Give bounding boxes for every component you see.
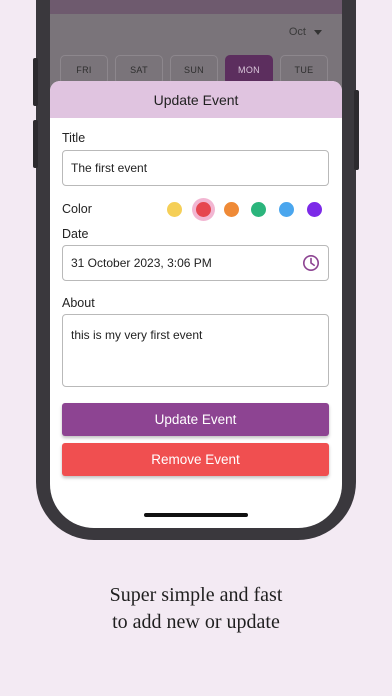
promo-caption: Super simple and fast to add new or upda… — [0, 582, 392, 636]
month-label: Oct — [288, 26, 306, 38]
date-input[interactable]: 31 October 2023, 3:06 PM — [62, 245, 329, 281]
home-indicator — [144, 513, 248, 517]
update-event-button[interactable]: Update Event — [62, 403, 329, 436]
phone-screen: Oct FRI SAT SUN MON TUE Update Event Tit… — [50, 0, 342, 528]
update-event-sheet: Update Event Title The first event Color… — [50, 81, 342, 528]
clock-icon[interactable] — [302, 254, 320, 272]
app-top-bar — [50, 0, 342, 14]
color-label: Color — [62, 202, 92, 216]
chevron-down-icon — [314, 29, 322, 35]
color-swatch-red-selected[interactable] — [196, 202, 211, 217]
about-label: About — [62, 296, 95, 310]
caption-line-1: Super simple and fast — [109, 584, 283, 606]
phone-side-button — [33, 58, 38, 106]
about-textarea[interactable]: this is my very first event — [62, 314, 329, 387]
month-dropdown[interactable]: Oct — [289, 26, 322, 38]
date-input-value: 31 October 2023, 3:06 PM — [71, 256, 212, 270]
remove-event-button[interactable]: Remove Event — [62, 443, 329, 476]
color-swatch-orange[interactable] — [224, 202, 239, 217]
sheet-header: Update Event — [50, 81, 342, 118]
color-swatch-purple[interactable] — [307, 202, 322, 217]
date-label: Date — [62, 227, 89, 241]
update-event-button-label: Update Event — [154, 412, 237, 427]
caption-line-2: to add new or update — [112, 611, 280, 633]
remove-event-button-label: Remove Event — [151, 452, 240, 467]
phone-power-button — [354, 90, 359, 170]
color-swatch-blue[interactable] — [279, 202, 294, 217]
phone-side-button — [33, 120, 38, 168]
sheet-title: Update Event — [153, 91, 239, 108]
color-swatch-green[interactable] — [251, 202, 266, 217]
color-picker — [50, 131, 342, 217]
about-textarea-value: this is my very first event — [71, 328, 203, 342]
color-swatch-yellow[interactable] — [167, 202, 182, 217]
